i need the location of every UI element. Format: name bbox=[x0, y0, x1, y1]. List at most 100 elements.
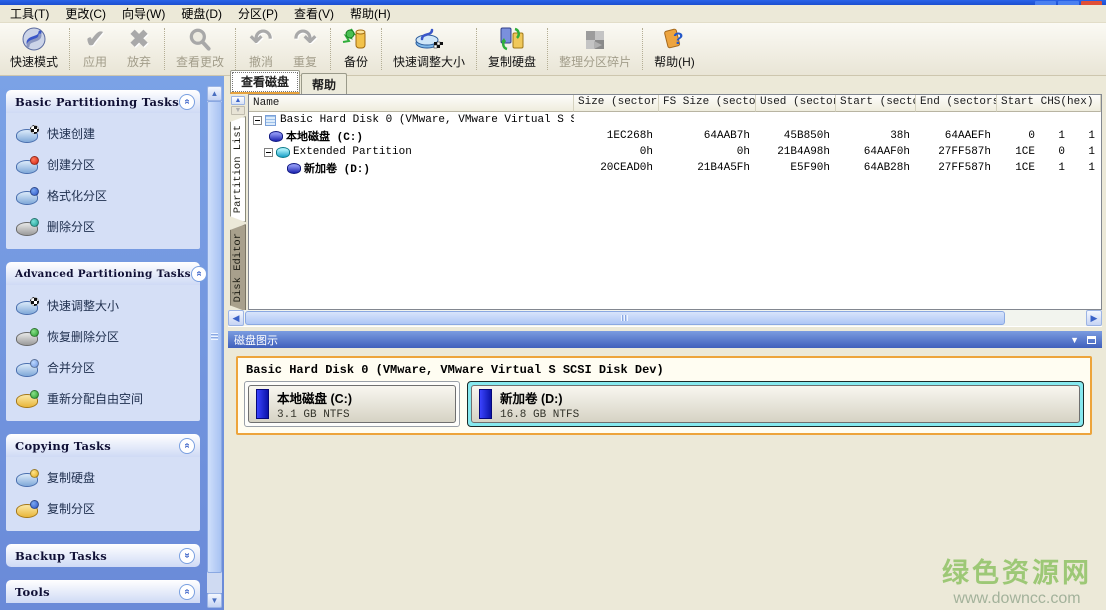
discard-button[interactable]: ✖ 放弃 bbox=[117, 24, 161, 74]
scroll-left-arrow[interactable]: ◀ bbox=[228, 310, 244, 326]
disk-resize-icon bbox=[16, 298, 38, 314]
backup-icon bbox=[342, 25, 370, 53]
table-row-disk0[interactable]: Basic Hard Disk 0 (VMware, VMware Virtua… bbox=[249, 112, 1101, 128]
chevron-up-icon[interactable]: « bbox=[179, 438, 195, 454]
apply-check-icon: ✔ bbox=[85, 27, 105, 53]
help-book-icon: ? bbox=[660, 25, 688, 53]
sidebar-item-merge-partitions[interactable]: 合并分区 bbox=[16, 359, 196, 376]
quick-mode-icon bbox=[20, 25, 48, 53]
disk-layout-panel: 磁盘图示 ▼ Basic Hard Disk 0 (VMware, VMware… bbox=[228, 331, 1102, 610]
defragment-icon bbox=[582, 27, 608, 53]
tab-bar: 查看磁盘 帮助 bbox=[228, 76, 1102, 94]
partition-disk-icon bbox=[269, 131, 283, 142]
sidebar-item-undelete-partition[interactable]: 恢复删除分区 bbox=[16, 328, 196, 345]
sidebar-item-delete-partition[interactable]: 删除分区 bbox=[16, 218, 196, 235]
disk-panel-header: 磁盘图示 ▼ bbox=[228, 331, 1102, 348]
collapse-expander-icon[interactable] bbox=[253, 116, 262, 125]
panel-header-basic[interactable]: Basic Partitioning Tasks « bbox=[6, 90, 200, 113]
menu-change[interactable]: 更改(C) bbox=[57, 3, 114, 24]
chevron-up-icon[interactable]: « bbox=[191, 266, 207, 282]
partition-usage-bar bbox=[256, 389, 269, 419]
panel-restore-icon[interactable] bbox=[1087, 336, 1096, 344]
sidebar-item-format-partition[interactable]: 格式化分区 bbox=[16, 187, 196, 204]
defragment-button[interactable]: 整理分区碎片 bbox=[551, 24, 639, 74]
toolbar-separator bbox=[235, 28, 236, 70]
column-header-used[interactable]: Used (sectors) bbox=[756, 95, 836, 112]
svg-text:?: ? bbox=[673, 29, 683, 48]
disk-new-star-icon bbox=[16, 157, 38, 173]
toolbar-separator bbox=[69, 28, 70, 70]
panel-header-advanced[interactable]: Advanced Partitioning Tasks « bbox=[6, 262, 200, 285]
menu-bar: 工具(T) 更改(C) 向导(W) 硬盘(D) 分区(P) 查看(V) 帮助(H… bbox=[0, 5, 1106, 23]
redo-button[interactable]: ↷ 重复 bbox=[283, 24, 327, 74]
quick-mode-button[interactable]: 快速模式 bbox=[2, 24, 66, 74]
menu-disk[interactable]: 硬盘(D) bbox=[173, 3, 230, 24]
watermark: 绿色资源网 www.downcc.com bbox=[942, 551, 1092, 608]
sidebar-item-create-partition[interactable]: 创建分区 bbox=[16, 156, 196, 173]
close-button[interactable] bbox=[1081, 1, 1102, 5]
tab-help[interactable]: 帮助 bbox=[301, 73, 347, 94]
scroll-up-arrow[interactable]: ▲ bbox=[207, 86, 222, 101]
toolbar-separator bbox=[642, 28, 643, 70]
menu-partition[interactable]: 分区(P) bbox=[230, 3, 286, 24]
copy-hard-disk-icon bbox=[16, 470, 38, 486]
scroll-down-arrow[interactable]: ▼ bbox=[207, 593, 222, 608]
quick-resize-disk-icon bbox=[414, 25, 444, 53]
panel-header-copying[interactable]: Copying Tasks « bbox=[6, 434, 200, 457]
column-header-name[interactable]: Name bbox=[249, 95, 574, 112]
backup-button[interactable]: 备份 bbox=[334, 24, 378, 74]
panel-header-backup[interactable]: Backup Tasks « bbox=[6, 544, 200, 567]
panel-dropdown-icon[interactable]: ▼ bbox=[1070, 335, 1079, 345]
column-header-end[interactable]: End (sectors) bbox=[916, 95, 997, 112]
sidebar-item-redistribute-free-space[interactable]: 重新分配自由空间 bbox=[16, 390, 196, 407]
column-header-size[interactable]: Size (sectors) bbox=[574, 95, 659, 112]
undo-button[interactable]: ↶ 撤消 bbox=[239, 24, 283, 74]
disk-box: Basic Hard Disk 0 (VMware, VMware Virtua… bbox=[236, 356, 1092, 435]
panel-advanced-partitioning-tasks: Advanced Partitioning Tasks « 快速调整大小 恢复删… bbox=[6, 262, 200, 421]
disk-panel-title: 磁盘图示 bbox=[234, 332, 1070, 348]
scrollbar-thumb[interactable] bbox=[245, 311, 1005, 325]
table-row-extended-partition[interactable]: Extended Partition 0h 0h 21B4A98h 64AAF0… bbox=[249, 144, 1101, 160]
horizontal-scrollbar[interactable]: ◀ ▶ bbox=[228, 310, 1102, 326]
panel-header-tools[interactable]: Tools « bbox=[6, 580, 200, 603]
menu-wizard[interactable]: 向导(W) bbox=[114, 3, 173, 24]
toolbar: 快速模式 ✔ 应用 ✖ 放弃 查看更改 ↶ 撤消 ↷ 重复 备份 快速调整大小 bbox=[0, 23, 1106, 76]
side-tab-disk-editor[interactable]: Disk Editor bbox=[230, 224, 246, 310]
menu-tools[interactable]: 工具(T) bbox=[2, 3, 57, 24]
partition-block-c[interactable]: 本地磁盘 (C:) 3.1 GB NTFS bbox=[244, 381, 460, 427]
view-changes-button[interactable]: 查看更改 bbox=[168, 24, 232, 74]
scrollbar-thumb[interactable] bbox=[207, 101, 222, 573]
sidebar-item-quick-create[interactable]: 快速创建 bbox=[16, 125, 196, 142]
menu-view[interactable]: 查看(V) bbox=[286, 3, 342, 24]
chevron-up-icon[interactable]: « bbox=[179, 94, 195, 110]
sidebar-scrollbar[interactable]: ▲ ▼ bbox=[207, 86, 222, 608]
redo-arrow-icon: ↷ bbox=[294, 26, 317, 53]
minimize-button[interactable] bbox=[1035, 1, 1056, 5]
column-header-start[interactable]: Start (sectors) bbox=[836, 95, 916, 112]
menu-help[interactable]: 帮助(H) bbox=[342, 3, 399, 24]
quick-resize-button[interactable]: 快速调整大小 bbox=[385, 24, 473, 74]
maximize-button[interactable] bbox=[1058, 1, 1079, 5]
chevron-up-icon[interactable]: « bbox=[179, 584, 195, 600]
toolbar-separator bbox=[381, 28, 382, 70]
sidebar-item-copy-hard-disk[interactable]: 复制硬盘 bbox=[16, 469, 196, 486]
column-header-fs-size[interactable]: FS Size (sectors) bbox=[659, 95, 756, 112]
sidebar-item-copy-partition[interactable]: 复制分区 bbox=[16, 500, 196, 517]
chevron-down-icon[interactable]: « bbox=[179, 548, 195, 564]
tabstrip-scroll-down[interactable]: ▼ bbox=[231, 106, 245, 115]
tab-view-disks[interactable]: 查看磁盘 bbox=[230, 70, 300, 94]
sidebar-item-quick-resize[interactable]: 快速调整大小 bbox=[16, 297, 196, 314]
table-row-d-drive[interactable]: 新加卷 (D:) 20CEAD0h 21B4A5Fh E5F90h 64AB28… bbox=[249, 160, 1101, 176]
help-button[interactable]: ? 帮助(H) bbox=[646, 24, 703, 74]
partition-block-d[interactable]: 新加卷 (D:) 16.8 GB NTFS bbox=[467, 381, 1084, 427]
scroll-right-arrow[interactable]: ▶ bbox=[1086, 310, 1102, 326]
collapse-expander-icon[interactable] bbox=[264, 148, 273, 157]
table-row-c-drive[interactable]: 本地磁盘 (C:) 1EC268h 64AAB7h 45B850h 38h 64… bbox=[249, 128, 1101, 144]
column-header-start-chs[interactable]: Start CHS(hex) bbox=[997, 95, 1101, 112]
partition-table: Name Size (sectors) FS Size (sectors) Us… bbox=[248, 94, 1102, 310]
side-tab-partition-list[interactable]: Partition List bbox=[230, 116, 246, 222]
toolbar-separator bbox=[547, 28, 548, 70]
copy-disk-button[interactable]: 复制硬盘 bbox=[480, 24, 544, 74]
tabstrip-scroll-up[interactable]: ▲ bbox=[231, 96, 245, 105]
apply-button[interactable]: ✔ 应用 bbox=[73, 24, 117, 74]
